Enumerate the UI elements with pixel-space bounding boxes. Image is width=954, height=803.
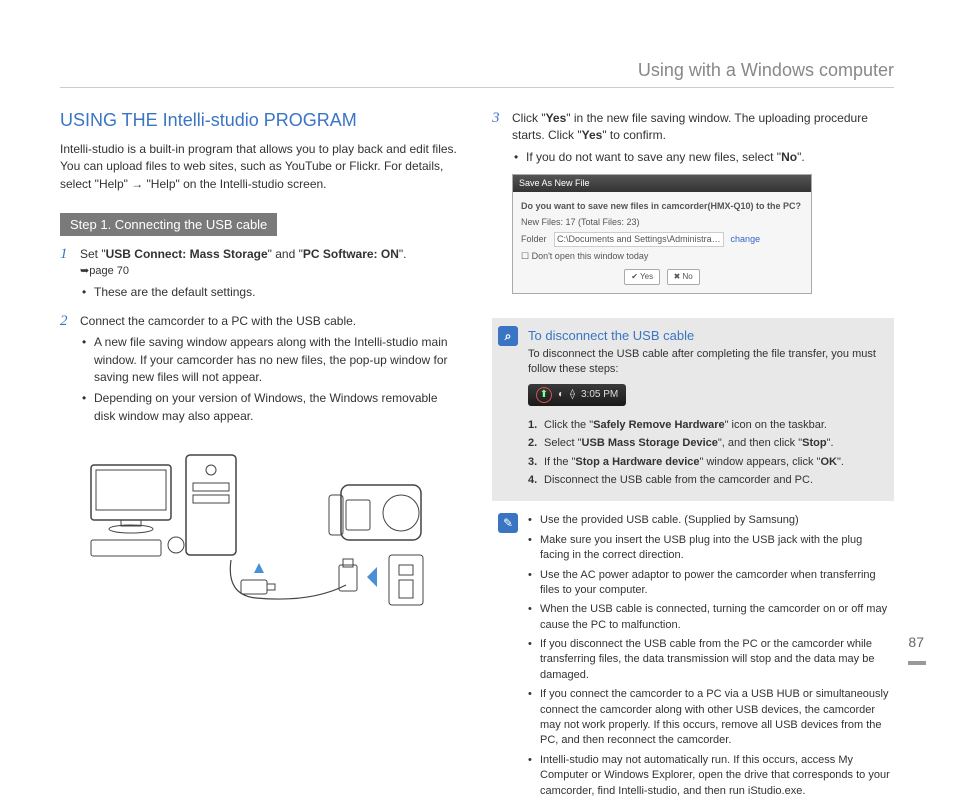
- info-box-title: To disconnect the USB cable: [528, 328, 882, 343]
- dialog-question: Do you want to save new files in camcord…: [521, 200, 803, 213]
- note-item: If you disconnect the USB cable from the…: [528, 637, 894, 683]
- dialog-no-button[interactable]: ✖ No: [667, 269, 700, 285]
- section-title: USING THE Intelli-studio PROGRAM: [60, 110, 462, 131]
- dialog-change-link[interactable]: change: [731, 234, 761, 244]
- intro-paragraph: Intelli-studio is a built-in program tha…: [60, 141, 462, 193]
- step2-bullet1: A new file saving window appears along w…: [80, 334, 462, 386]
- note-item: Make sure you insert the USB plug into t…: [528, 533, 894, 564]
- dialog-yes-button[interactable]: ✔ Yes: [624, 269, 660, 285]
- step1-bullet: These are the default settings.: [80, 284, 462, 301]
- note-icon: ✎: [498, 513, 518, 533]
- step2-text: Connect the camcorder to a PC with the U…: [80, 314, 356, 328]
- usb-connection-svg: [81, 445, 441, 625]
- content-columns: USING THE Intelli-studio PROGRAM Intelli…: [60, 110, 894, 803]
- notes-box: ✎ Use the provided USB cable. (Supplied …: [492, 513, 894, 799]
- tray-icon-generic: ◐: [558, 389, 564, 400]
- step3-bullet: If you do not want to save any new files…: [512, 149, 894, 166]
- note-item: When the USB cable is connected, turning…: [528, 602, 894, 633]
- page-number: 87: [908, 634, 924, 650]
- dialog-checkbox[interactable]: ☐ Don't open this window today: [521, 250, 803, 263]
- disconnect-steps: 1.Click the "Safely Remove Hardware" ico…: [528, 418, 882, 489]
- dialog-folder-path[interactable]: C:\Documents and Settings\Administrator\…: [554, 232, 724, 247]
- tray-icon-generic: ⟠: [570, 389, 575, 400]
- step2-bullet2: Depending on your version of Windows, th…: [80, 390, 462, 425]
- left-column: USING THE Intelli-studio PROGRAM Intelli…: [60, 110, 462, 803]
- step-1: 1 Set "USB Connect: Mass Storage" and "P…: [60, 246, 462, 301]
- connection-illustration: [60, 445, 462, 625]
- header-rule: [60, 87, 894, 88]
- note-item: If you connect the camcorder to a PC via…: [528, 687, 894, 749]
- step3-text: Click "Yes" in the new file saving windo…: [512, 111, 868, 142]
- step-number: 2: [60, 313, 80, 425]
- note-item: Use the provided USB cable. (Supplied by…: [528, 513, 894, 528]
- note-item: Intelli-studio may not automatically run…: [528, 753, 894, 799]
- step-number: 3: [492, 110, 512, 306]
- safely-remove-icon[interactable]: ⬆: [536, 387, 552, 403]
- dialog-folder-row: Folder C:\Documents and Settings\Adminis…: [521, 232, 803, 247]
- info-box-intro: To disconnect the USB cable after comple…: [528, 347, 882, 378]
- taskbar-time: 3:05 PM: [581, 389, 618, 400]
- side-tab-marker: [908, 661, 926, 665]
- step-2: 2 Connect the camcorder to a PC with the…: [60, 313, 462, 425]
- magnifier-icon: ⌕: [498, 326, 518, 346]
- page-header-title: Using with a Windows computer: [638, 60, 894, 81]
- note-item: Use the AC power adaptor to power the ca…: [528, 568, 894, 599]
- step1-text: Set "USB Connect: Mass Storage" and "PC …: [80, 247, 406, 261]
- taskbar-strip: ⬆ ◐ ⟠ 3:05 PM: [528, 384, 626, 406]
- note-bullets: Use the provided USB cable. (Supplied by…: [528, 513, 894, 799]
- right-column: 3 Click "Yes" in the new file saving win…: [492, 110, 894, 803]
- disconnect-info-box: ⌕ To disconnect the USB cable To disconn…: [492, 318, 894, 501]
- dialog-titlebar: Save As New File: [513, 175, 811, 192]
- save-dialog: Save As New File Do you want to save new…: [512, 174, 812, 294]
- steps-list: 1 Set "USB Connect: Mass Storage" and "P…: [60, 246, 462, 425]
- step-bar: Step 1. Connecting the USB cable: [60, 213, 277, 236]
- dialog-filecount: New Files: 17 (Total Files: 23): [521, 216, 803, 229]
- steps-list-right: 3 Click "Yes" in the new file saving win…: [492, 110, 894, 306]
- step-number: 1: [60, 246, 80, 301]
- page-ref: ➥page 70: [80, 264, 462, 280]
- step-3: 3 Click "Yes" in the new file saving win…: [492, 110, 894, 306]
